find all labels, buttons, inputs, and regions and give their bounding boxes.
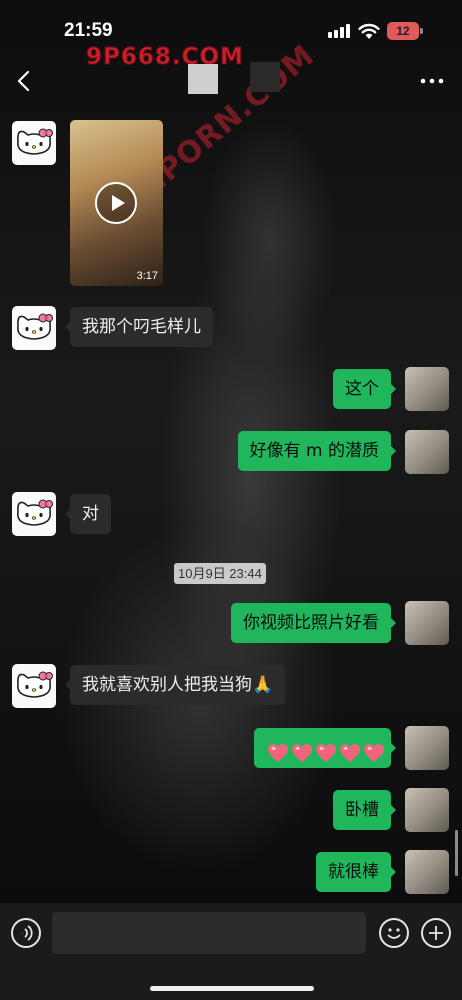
- message-bubble-received[interactable]: 对: [65, 494, 111, 534]
- heart-icon: [292, 744, 312, 762]
- video-message[interactable]: 3:17: [70, 120, 163, 286]
- back-button[interactable]: [12, 64, 38, 98]
- my-avatar[interactable]: [405, 726, 449, 770]
- message-bubble-sent-hearts[interactable]: [254, 728, 396, 768]
- battery-indicator: 12: [387, 22, 419, 40]
- video-duration: 3:17: [136, 270, 158, 282]
- ellipsis-icon: [420, 78, 444, 84]
- scrollbar[interactable]: [455, 830, 458, 876]
- heart-icon: [316, 744, 336, 762]
- plus-button[interactable]: [421, 918, 451, 948]
- kitty-avatar-icon: [17, 499, 53, 526]
- emoji-button[interactable]: [379, 918, 409, 948]
- voice-button[interactable]: [11, 918, 41, 948]
- message-bubble-sent[interactable]: 好像有 m 的潜质: [237, 431, 397, 471]
- voice-icon: [20, 925, 33, 941]
- message-bubble-sent[interactable]: 你视频比照片好看: [231, 603, 396, 643]
- message-bubble-sent[interactable]: 这个: [333, 369, 396, 409]
- message-bubble-received[interactable]: 我就喜欢别人把我当狗🙏: [64, 665, 286, 705]
- contact-avatar[interactable]: [12, 492, 56, 536]
- kitty-avatar-icon: [17, 128, 53, 155]
- contact-name-mosaic: [188, 64, 218, 94]
- play-icon[interactable]: [95, 182, 137, 224]
- my-avatar[interactable]: [405, 788, 449, 832]
- my-avatar[interactable]: [405, 367, 449, 411]
- contact-name-mosaic-2: [250, 62, 280, 92]
- heart-icon: [340, 744, 360, 762]
- chevron-left-icon: [17, 70, 30, 92]
- my-avatar[interactable]: [405, 850, 449, 894]
- message-bubble-received[interactable]: 我那个叼毛样儿: [65, 307, 213, 347]
- message-input[interactable]: [52, 912, 366, 954]
- home-indicator: [150, 986, 314, 991]
- signal-icon: [328, 24, 352, 38]
- kitty-avatar-icon: [17, 671, 53, 698]
- heart-icon: [268, 744, 288, 762]
- emoji-icon: [387, 928, 401, 939]
- message-bubble-sent[interactable]: 卧槽: [333, 790, 396, 830]
- contact-avatar[interactable]: [12, 306, 56, 350]
- contact-avatar[interactable]: [12, 121, 56, 165]
- more-button[interactable]: [418, 68, 446, 94]
- my-avatar[interactable]: [405, 601, 449, 645]
- battery-tip: [420, 28, 423, 34]
- message-bubble-sent[interactable]: 就很棒: [316, 852, 396, 892]
- nav-bar: [0, 56, 462, 106]
- message-timestamp: 10月9日 23:44: [174, 563, 266, 584]
- status-time: 21:59: [64, 20, 113, 41]
- plus-icon: [429, 926, 443, 940]
- wifi-icon: [358, 23, 380, 39]
- my-avatar[interactable]: [405, 430, 449, 474]
- contact-avatar[interactable]: [12, 664, 56, 708]
- status-bar: 21:59 12: [0, 0, 462, 50]
- heart-icon: [364, 744, 384, 762]
- kitty-avatar-icon: [17, 313, 53, 340]
